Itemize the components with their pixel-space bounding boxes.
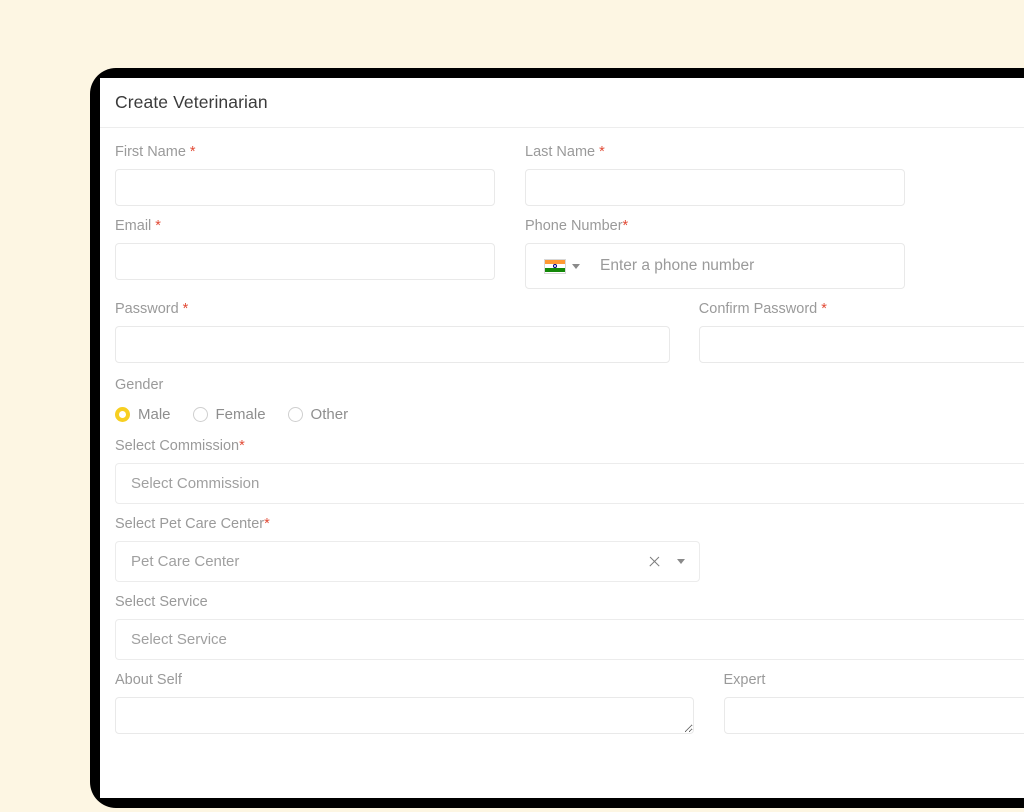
gender-option-female[interactable]: Female bbox=[192, 405, 266, 423]
phone-number-input[interactable]: Enter a phone number bbox=[590, 257, 904, 275]
password-row: Password * Confirm Password * bbox=[115, 301, 1024, 363]
gender-option-male-label: Male bbox=[138, 405, 171, 423]
row-spacer-2 bbox=[115, 289, 1024, 301]
email-input[interactable] bbox=[115, 243, 495, 280]
about-self-input[interactable] bbox=[115, 697, 694, 734]
last-name-label: Last Name * bbox=[525, 144, 905, 160]
name-row: First Name * Last Name * bbox=[115, 144, 1024, 206]
service-field: Select Service Select Service bbox=[115, 594, 1024, 660]
last-name-field: Last Name * bbox=[525, 144, 905, 206]
row-spacer-6 bbox=[115, 582, 1024, 594]
row-spacer-3 bbox=[115, 363, 1024, 375]
service-select[interactable]: Select Service bbox=[115, 619, 1024, 660]
pet-care-center-icons bbox=[648, 555, 685, 568]
card-header: Create Veterinarian bbox=[100, 78, 1024, 128]
about-self-field: About Self bbox=[115, 672, 694, 734]
page-title: Create Veterinarian bbox=[115, 92, 268, 112]
phone-required-marker: * bbox=[622, 218, 629, 234]
commission-select[interactable]: Select Commission bbox=[115, 463, 1024, 504]
email-label: Email * bbox=[115, 218, 495, 234]
confirm-password-field: Confirm Password * bbox=[698, 301, 1024, 363]
gender-field: Gender Male Female Other bbox=[115, 377, 1024, 426]
expert-label: Expert bbox=[723, 672, 766, 688]
confirm-password-label-text: Confirm Password bbox=[698, 301, 818, 317]
phone-input-group: Enter a phone number bbox=[525, 243, 905, 289]
gender-radio-group: Male Female Other bbox=[115, 402, 1024, 426]
commission-label: Select Commission* bbox=[115, 438, 1024, 454]
india-flag-icon bbox=[544, 258, 566, 274]
about-self-label: About Self bbox=[115, 672, 182, 688]
last-name-required-marker: * bbox=[599, 144, 605, 160]
pet-care-center-select[interactable]: Pet Care Center bbox=[115, 541, 700, 582]
password-input[interactable] bbox=[115, 326, 671, 363]
contact-row: Email * Phone Number* Enter a phone numb… bbox=[115, 218, 1024, 289]
pet-care-center-required-marker: * bbox=[264, 516, 270, 532]
first-name-input[interactable] bbox=[115, 169, 495, 206]
first-name-label: First Name * bbox=[115, 144, 495, 160]
create-veterinarian-form-card: Create Veterinarian First Name * Last Nam… bbox=[100, 78, 1024, 798]
confirm-password-input[interactable] bbox=[698, 326, 1024, 363]
commission-required-marker: * bbox=[239, 438, 245, 454]
row-spacer-7 bbox=[115, 660, 1024, 672]
gender-option-female-label: Female bbox=[215, 405, 266, 423]
service-placeholder: Select Service bbox=[131, 631, 227, 648]
row-spacer-1 bbox=[115, 206, 1024, 218]
confirm-password-label: Confirm Password * bbox=[699, 301, 1024, 317]
pet-care-center-label-text: Select Pet Care Center bbox=[115, 516, 265, 532]
form-body: First Name * Last Name * Email * Phone N… bbox=[100, 128, 1024, 734]
service-label: Select Service bbox=[115, 594, 208, 610]
phone-label: Phone Number* bbox=[525, 218, 905, 234]
row-spacer-5 bbox=[115, 504, 1024, 516]
radio-icon-male bbox=[115, 406, 130, 422]
first-name-field: First Name * bbox=[115, 144, 495, 206]
gender-option-other[interactable]: Other bbox=[287, 405, 349, 423]
last-name-input[interactable] bbox=[525, 169, 905, 206]
phone-label-text: Phone Number bbox=[525, 218, 623, 234]
email-required-marker: * bbox=[155, 218, 161, 234]
device-frame: Create Veterinarian First Name * Last Nam… bbox=[90, 68, 1024, 808]
email-field: Email * bbox=[115, 218, 495, 280]
first-name-label-text: First Name bbox=[115, 144, 186, 160]
pet-care-center-field: Select Pet Care Center* Pet Care Center bbox=[115, 516, 700, 582]
country-code-select[interactable] bbox=[526, 258, 590, 274]
chevron-down-icon bbox=[572, 263, 580, 269]
row-spacer-4 bbox=[115, 426, 1024, 438]
commission-placeholder: Select Commission bbox=[131, 475, 260, 492]
expert-input[interactable] bbox=[723, 697, 1024, 734]
password-label: Password * bbox=[115, 301, 670, 317]
commission-field: Select Commission* Select Commission bbox=[115, 438, 1024, 504]
radio-icon-female bbox=[192, 406, 208, 422]
chevron-down-icon[interactable] bbox=[677, 559, 685, 564]
gender-option-male[interactable]: Male bbox=[115, 406, 171, 423]
expert-field: Expert bbox=[723, 672, 1024, 734]
email-label-text: Email bbox=[115, 218, 152, 234]
gender-label: Gender bbox=[115, 377, 164, 393]
pet-care-center-label: Select Pet Care Center* bbox=[115, 516, 700, 532]
gender-option-other-label: Other bbox=[310, 405, 349, 423]
phone-field: Phone Number* Enter a phone number bbox=[525, 218, 905, 289]
close-icon[interactable] bbox=[648, 555, 661, 568]
first-name-required-marker: * bbox=[189, 144, 196, 160]
password-field: Password * bbox=[115, 301, 671, 363]
password-label-text: Password bbox=[115, 301, 179, 317]
radio-icon-other bbox=[287, 406, 303, 422]
about-expert-row: About Self Expert bbox=[115, 672, 1024, 734]
password-required-marker: * bbox=[182, 301, 189, 317]
confirm-password-required-marker: * bbox=[821, 301, 827, 317]
last-name-label-text: Last Name bbox=[525, 144, 596, 160]
pet-care-center-placeholder: Pet Care Center bbox=[131, 553, 240, 570]
commission-label-text: Select Commission bbox=[115, 438, 240, 454]
